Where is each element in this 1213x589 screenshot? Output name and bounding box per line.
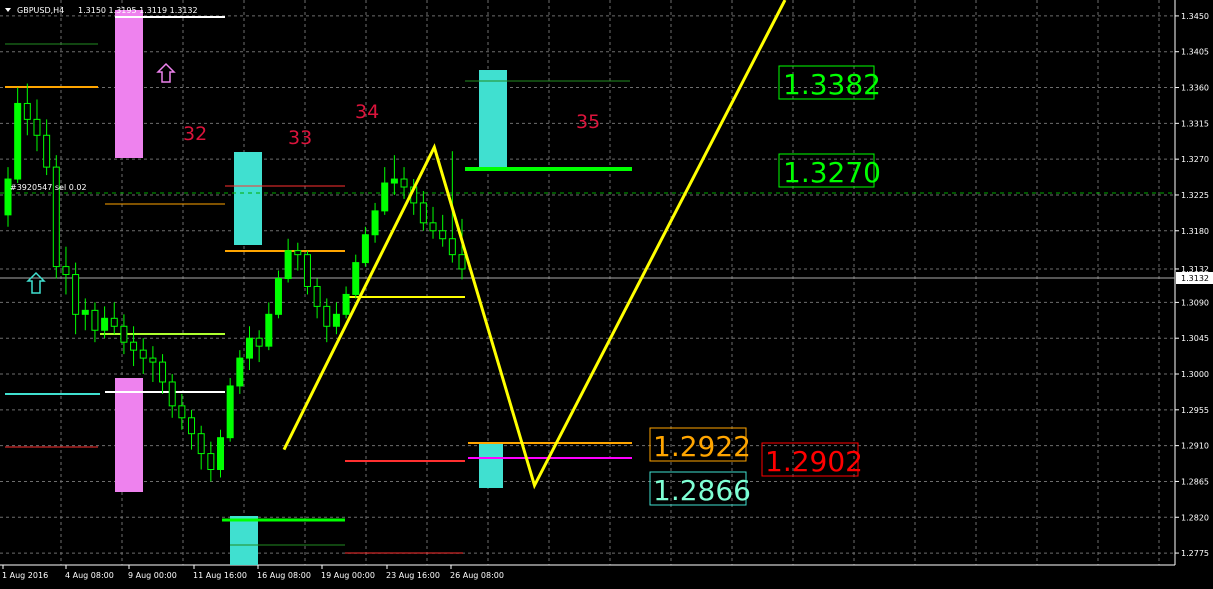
cyan-zone-2 [230, 516, 258, 565]
candle-bear [313, 285, 321, 307]
candle-bull [342, 293, 350, 315]
candle-bull [226, 385, 234, 439]
candle-bear [458, 254, 466, 270]
price-label: 1.2866 [653, 474, 751, 507]
candle-bear [130, 341, 138, 351]
price-box-1.2866: 1.2866 [649, 471, 751, 507]
order-label-rest: 920547 sel 0.02 [22, 183, 87, 192]
candle-bear [178, 405, 186, 419]
candle-bear [23, 102, 31, 120]
candle-bear [120, 325, 128, 343]
wave-label: 32 [183, 123, 207, 145]
candle-bull [245, 337, 253, 359]
candle-bear [400, 178, 408, 188]
candle-bear [43, 134, 51, 168]
chart-window[interactable]: 32 33 34 35 1.3382 1.3270 1.2922 1.2902 … [0, 0, 1213, 585]
candle-bear [159, 361, 167, 383]
candle-bull [101, 317, 109, 331]
order-label-prefix: #3 [10, 183, 22, 192]
candle-bear [72, 274, 80, 315]
y-tick-label: 1.3045 [1181, 334, 1209, 343]
magenta-zone-bottom [115, 378, 143, 492]
y-tick-label: 1.3090 [1181, 298, 1209, 307]
candle-bear [110, 317, 118, 327]
x-tick-label: 19 Aug 00:00 [321, 571, 375, 580]
candle-bull [284, 250, 292, 280]
price-label: 1.3270 [783, 156, 881, 189]
candle-bull [236, 357, 244, 387]
x-tick-label: 16 Aug 08:00 [257, 571, 311, 580]
candle-bull [274, 278, 282, 315]
x-tick-label: 9 Aug 00:00 [128, 571, 177, 580]
candle-bear [323, 305, 331, 327]
order-label: #3920547 sel 0.02 [10, 183, 87, 192]
candle-bear [294, 250, 302, 256]
price-label: 1.2902 [765, 445, 863, 478]
y-tick-label: 1.3270 [1181, 155, 1209, 164]
y-tick-label: 1.2910 [1181, 442, 1209, 451]
candle-bear [139, 349, 147, 359]
ohlc-text: 1.3150 1.3195 1.3119 1.3132 [78, 6, 198, 15]
candle-bull [361, 234, 369, 264]
price-box-1.3270: 1.3270 [778, 153, 881, 189]
magenta-zone-top [115, 10, 143, 158]
price-box-1.2922: 1.2922 [649, 427, 751, 463]
x-tick-label: 23 Aug 16:00 [386, 571, 440, 580]
candle-bull [81, 309, 89, 315]
candle-bull [14, 102, 22, 180]
current-price-value: 1.3132 [1181, 274, 1209, 283]
candle-bull [332, 313, 340, 327]
price-label: 1.3382 [783, 68, 881, 101]
y-tick-label: 1.3000 [1181, 370, 1209, 379]
wave-label: 35 [576, 111, 600, 133]
candle-bear [149, 357, 157, 363]
candle-bull [352, 262, 360, 295]
y-tick-label: 1.2820 [1181, 513, 1209, 522]
x-tick-label: 11 Aug 16:00 [193, 571, 247, 580]
candle-bear [255, 337, 263, 347]
candle-bull [381, 182, 389, 212]
cyan-zone-4 [479, 444, 503, 488]
y-tick-label: 1.3315 [1181, 119, 1209, 128]
x-tick-label: 1 Aug 2016 [2, 571, 48, 580]
candle-bear [91, 309, 99, 331]
y-tick-label: 1.3225 [1181, 191, 1209, 200]
x-tick-label: 4 Aug 08:00 [65, 571, 114, 580]
candle-bull [217, 437, 225, 471]
price-box-1.2902: 1.2902 [761, 442, 863, 478]
candle-bear [429, 222, 437, 232]
candle-bear [197, 433, 205, 455]
wave-label: 34 [355, 101, 379, 123]
y-tick-label: 1.3450 [1181, 12, 1209, 21]
wave-label: 33 [288, 127, 312, 149]
candle-bull [265, 313, 273, 347]
y-tick-label: 1.2955 [1181, 406, 1209, 415]
candle-bear [419, 202, 427, 224]
candle-bear [439, 230, 447, 240]
candle-bear [448, 238, 456, 256]
symbol-label: GBPUSD,H4 [17, 6, 64, 15]
y-tick-label: 1.3360 [1181, 84, 1209, 93]
candle-bear [33, 118, 41, 136]
cyan-zone-1 [234, 152, 262, 245]
x-tick-label: 26 Aug 08:00 [450, 571, 504, 580]
candle-bear [207, 453, 215, 471]
y-tick-label: 1.3405 [1181, 48, 1209, 57]
candle-bull [371, 210, 379, 236]
y-tick-label: 1.2775 [1181, 549, 1209, 558]
cyan-zone-3 [479, 70, 507, 168]
price-chart[interactable]: 32 33 34 35 1.3382 1.3270 1.2922 1.2902 … [0, 0, 1213, 585]
candle-bear [62, 266, 70, 276]
candle-bear [188, 417, 196, 435]
price-label: 1.2922 [653, 430, 751, 463]
y-tick-label: 1.3180 [1181, 227, 1209, 236]
candle-bear [303, 254, 311, 287]
candle-bear [168, 381, 176, 407]
candle-bull [390, 178, 398, 184]
price-box-1.3382: 1.3382 [778, 65, 881, 101]
y-tick-label: 1.2865 [1181, 477, 1209, 486]
